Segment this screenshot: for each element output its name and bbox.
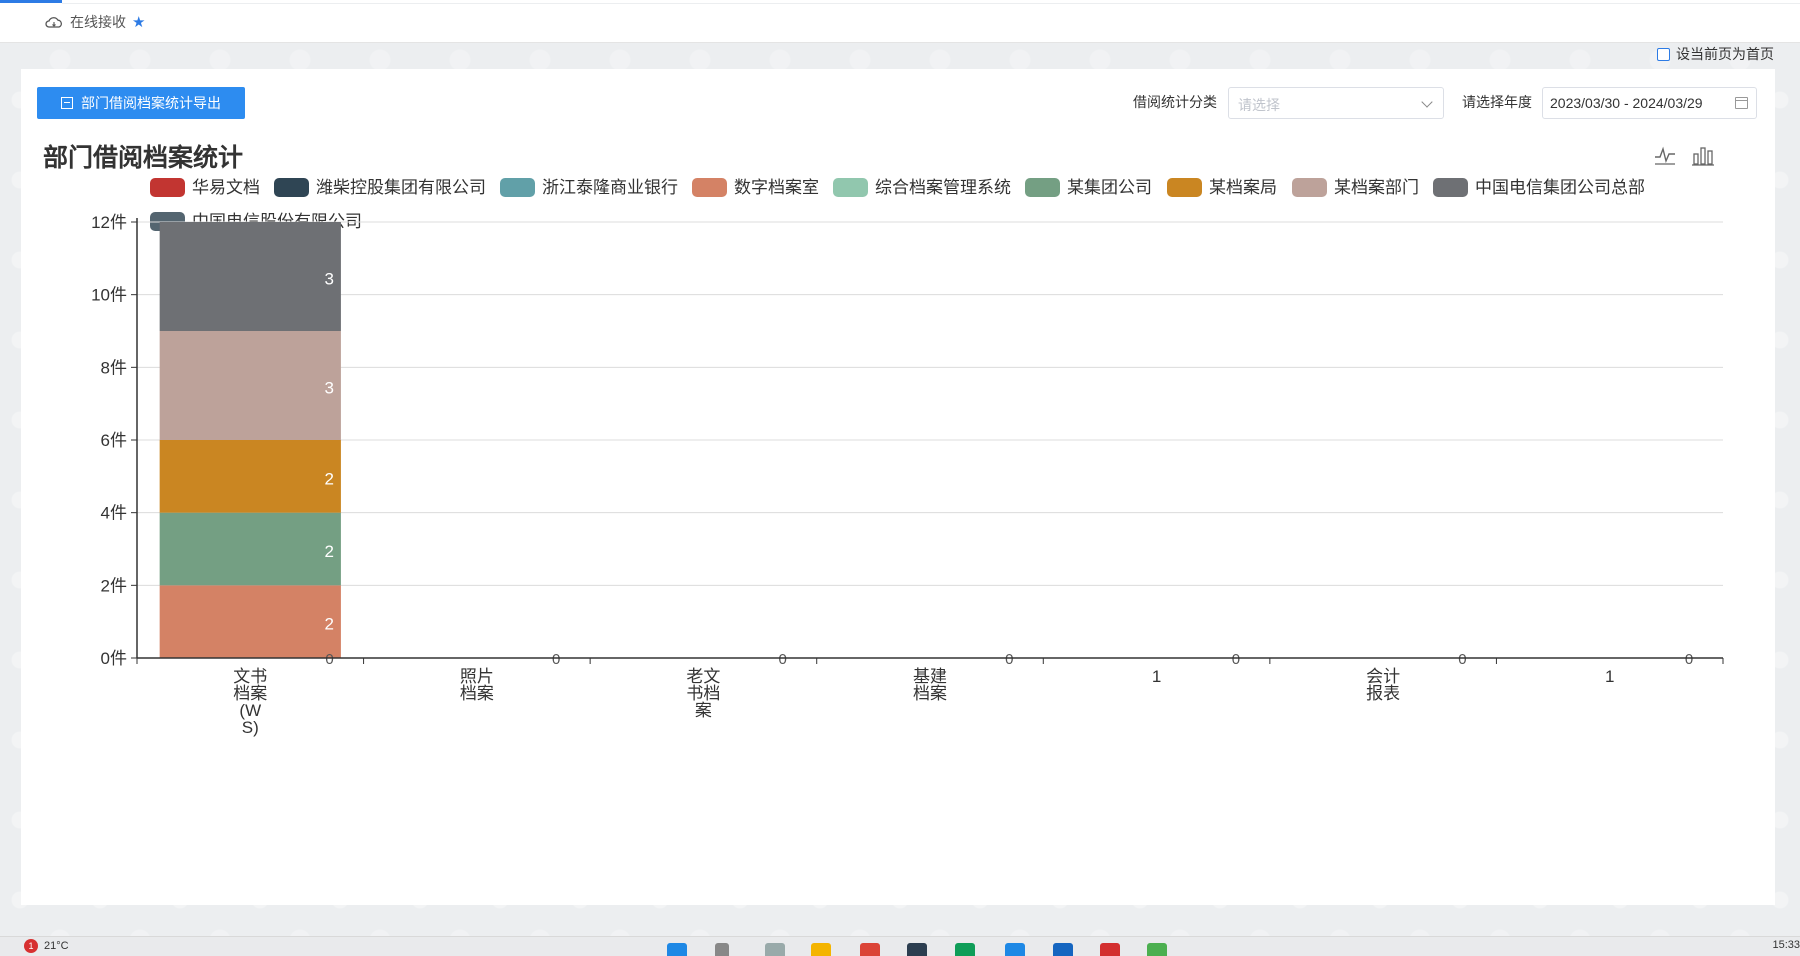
y-tick-label: 6件: [101, 431, 127, 450]
zero-value-label: 0: [1685, 651, 1693, 668]
file-explorer-icon[interactable]: [811, 943, 831, 956]
y-tick-label: 2件: [101, 576, 127, 595]
legend-label: 华易文档: [192, 178, 260, 197]
bar-segment: [159, 331, 341, 440]
edge-icon[interactable]: [955, 943, 975, 956]
x-tick-label: 老文书档案: [686, 667, 720, 720]
bar-value-label: 2: [324, 469, 333, 488]
task-view-icon[interactable]: [765, 943, 785, 956]
x-tick-label-line: 档案: [460, 684, 494, 703]
y-tick-label: 10件: [91, 286, 127, 305]
bar-segment: [159, 512, 341, 586]
bar-value-label: 3: [324, 270, 333, 289]
wechat-icon[interactable]: [1147, 943, 1167, 956]
zero-value-label: 0: [1005, 651, 1013, 668]
bar-segment: [159, 585, 341, 658]
legend-label: 某集团公司: [1067, 178, 1152, 197]
legend-swatch: [692, 178, 727, 197]
x-tick-label: 照片档案: [460, 667, 494, 703]
legend-swatch: [1433, 178, 1468, 197]
x-tick-label: 基建档案: [913, 667, 947, 703]
x-tick-label: 会计报表: [1366, 667, 1400, 703]
weather-widget[interactable]: 1 21°C: [24, 939, 69, 953]
y-tick-label: 4件: [101, 504, 127, 523]
x-tick-label: 1: [1605, 667, 1614, 686]
bar-segment: [159, 440, 341, 513]
zero-value-label: 0: [1232, 651, 1240, 668]
stacked-bar-chart: 华易文档 潍柴控股集团有限公司 浙江泰隆商业银行 数字档案室 综合档案管理系统 某集团公司…: [91, 178, 1724, 737]
x-tick-label-line: 1: [1152, 667, 1161, 686]
legend-label: 数字档案室: [734, 178, 819, 197]
legend-label: 浙江泰隆商业银行: [542, 178, 678, 197]
legend-swatch: [833, 178, 868, 197]
x-tick-label-line: 报表: [1366, 684, 1400, 703]
x-tick-label-line: S): [242, 718, 259, 737]
zero-value-label: 0: [779, 651, 787, 668]
app-icon[interactable]: [907, 943, 927, 956]
y-tick-label: 0件: [101, 649, 127, 668]
x-tick-label-line: 案: [695, 701, 712, 720]
bar-value-label: 3: [324, 379, 333, 398]
legend-label: 某档案部门: [1334, 178, 1419, 197]
legend-swatch: [274, 178, 309, 197]
legend-swatch: [1167, 178, 1202, 197]
app-icon[interactable]: [1100, 943, 1120, 956]
legend-label: 中国电信集团公司总部: [1475, 178, 1645, 197]
y-tick-label: 12件: [91, 213, 127, 232]
bar-segment: [159, 222, 341, 331]
x-tick-label: 1: [1152, 667, 1161, 686]
chrome-icon[interactable]: [860, 943, 880, 956]
legend-label: 某档案局: [1209, 178, 1277, 197]
zero-value-label: 0: [1458, 651, 1466, 668]
app-icon[interactable]: [1053, 943, 1073, 956]
legend-swatch: [500, 178, 535, 197]
windows-start-icon[interactable]: [667, 943, 687, 956]
legend-label: 潍柴控股集团有限公司: [316, 178, 486, 197]
bar-value-label: 2: [324, 542, 333, 561]
taskbar: 1 21°C 15:33: [0, 936, 1800, 956]
y-tick-label: 8件: [101, 358, 127, 377]
x-tick-label: 文书档案(W S): [233, 667, 267, 737]
zero-value-label: 0: [552, 651, 560, 668]
app-icon[interactable]: [1005, 943, 1025, 956]
clock: 15:33: [1772, 939, 1800, 951]
zero-value-label: 0: [325, 651, 333, 668]
notification-badge: 1: [24, 939, 38, 953]
bar-value-label: 2: [324, 615, 333, 634]
legend-swatch: [1292, 178, 1327, 197]
legend-label: 综合档案管理系统: [875, 178, 1011, 197]
search-icon[interactable]: [715, 943, 729, 956]
x-tick-label-line: 档案: [913, 684, 947, 703]
legend-swatch: [150, 178, 185, 197]
x-tick-label-line: 1: [1605, 667, 1614, 686]
temperature: 21°C: [44, 940, 69, 952]
legend-swatch: [1025, 178, 1060, 197]
